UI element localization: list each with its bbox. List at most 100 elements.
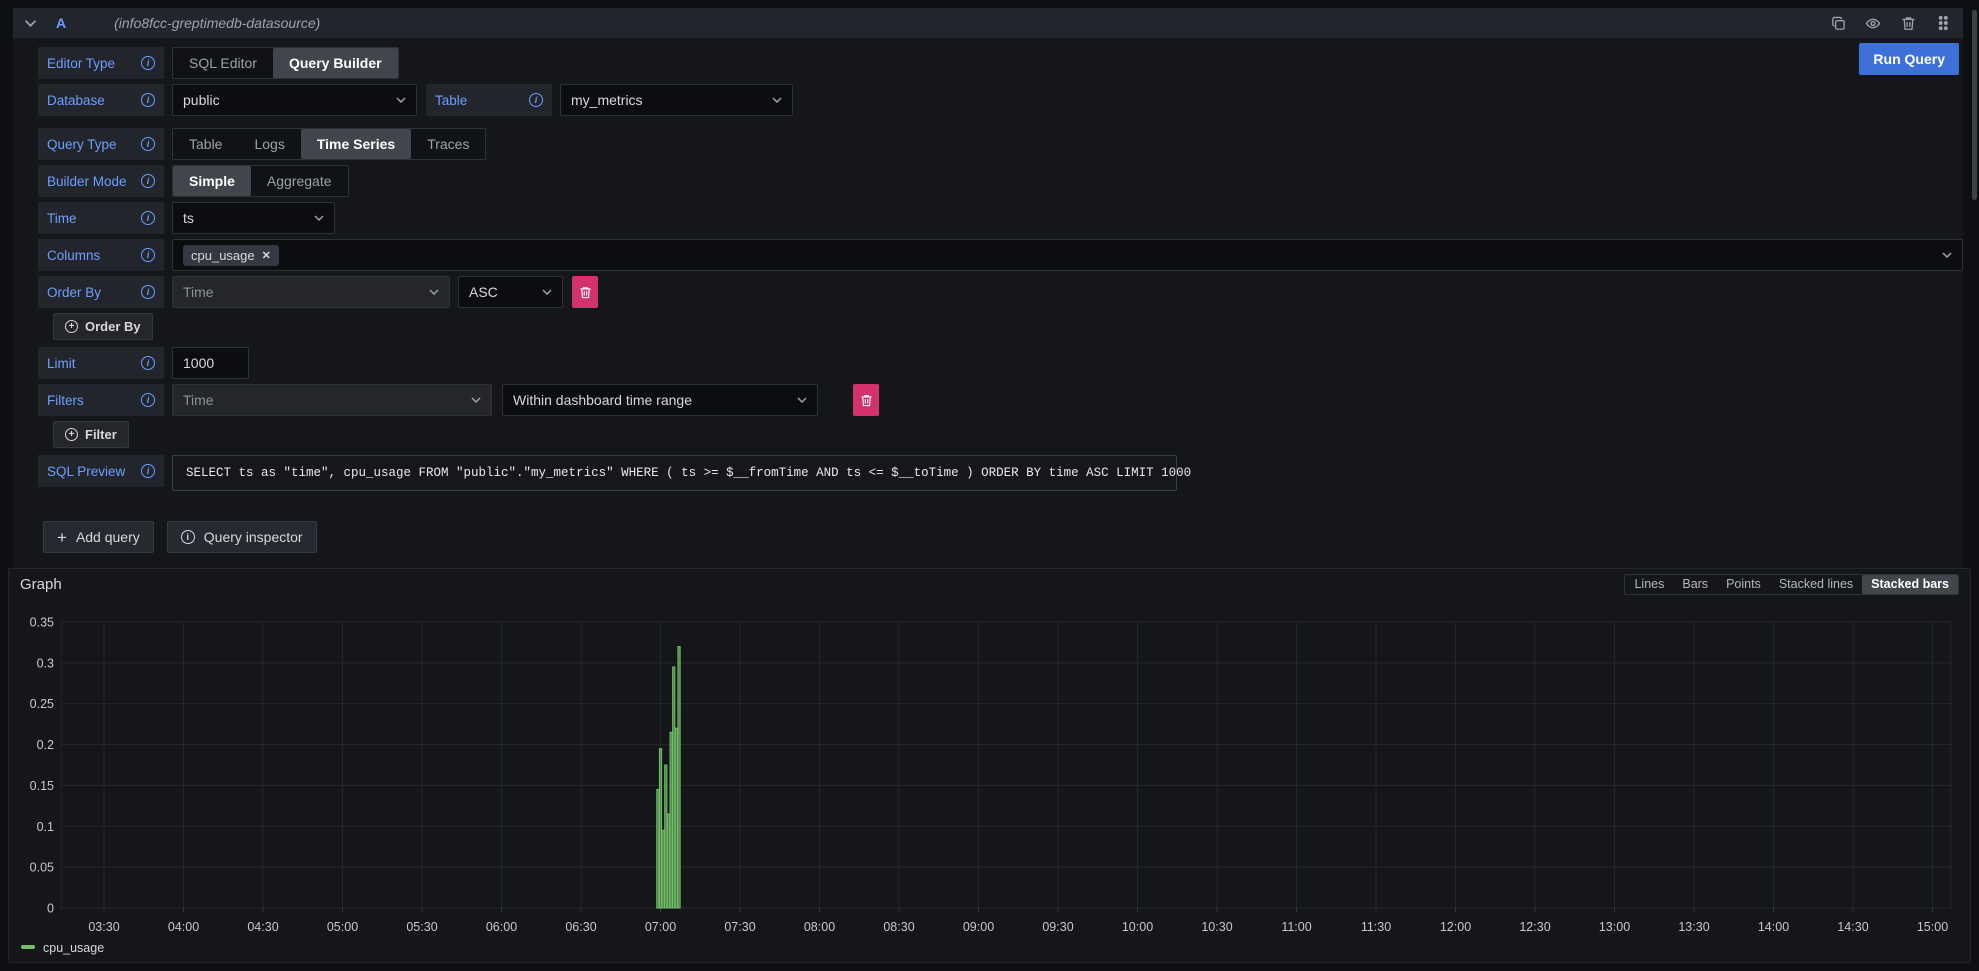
draw-mode-group: LinesBarsPointsStacked linesStacked bars bbox=[1624, 574, 1959, 595]
info-icon[interactable] bbox=[141, 393, 155, 407]
svg-text:0.35: 0.35 bbox=[30, 616, 54, 630]
collapse-chevron-icon[interactable] bbox=[25, 20, 36, 27]
svg-text:04:30: 04:30 bbox=[247, 920, 278, 934]
svg-text:0.1: 0.1 bbox=[37, 820, 54, 834]
query-editor-section: A (info8fcc-greptimedb-datasource) Run Q… bbox=[13, 8, 1963, 569]
filter-range-select[interactable]: Within dashboard time range bbox=[502, 384, 818, 416]
table-label: Table bbox=[426, 84, 552, 116]
database-row: Database public Table my_metrics bbox=[38, 84, 1963, 116]
info-icon[interactable] bbox=[141, 211, 155, 225]
svg-text:10:30: 10:30 bbox=[1201, 920, 1232, 934]
svg-text:13:00: 13:00 bbox=[1599, 920, 1630, 934]
query-builder-form: Editor Type SQL EditorQuery Builder Data… bbox=[13, 38, 1963, 553]
builder-mode-label: Builder Mode bbox=[38, 165, 164, 197]
option-lines[interactable]: Lines bbox=[1625, 575, 1673, 594]
option-points[interactable]: Points bbox=[1717, 575, 1770, 594]
order-by-direction-select[interactable]: ASC bbox=[458, 276, 563, 308]
graph-panel-header: Graph LinesBarsPointsStacked linesStacke… bbox=[9, 569, 1970, 599]
add-order-by-button[interactable]: Order By bbox=[53, 313, 153, 340]
limit-row: Limit 1000 bbox=[38, 347, 1963, 379]
column-tag: cpu_usage bbox=[183, 245, 279, 266]
panel-title: Graph bbox=[20, 576, 62, 593]
toggle-visibility-eye-icon[interactable] bbox=[1865, 15, 1881, 31]
remove-tag-icon[interactable] bbox=[262, 249, 271, 262]
option-stacked-lines[interactable]: Stacked lines bbox=[1770, 575, 1862, 594]
legend-item[interactable]: cpu_usage bbox=[43, 941, 104, 955]
datasource-name: (info8fcc-greptimedb-datasource) bbox=[114, 15, 320, 31]
query-inspector-button[interactable]: Query inspector bbox=[167, 521, 317, 553]
time-label: Time bbox=[38, 202, 164, 234]
info-icon[interactable] bbox=[529, 93, 543, 107]
limit-label: Limit bbox=[38, 347, 164, 379]
svg-text:14:30: 14:30 bbox=[1837, 920, 1868, 934]
query-type-label: Query Type bbox=[38, 128, 164, 160]
remove-filter-button[interactable] bbox=[853, 384, 879, 416]
svg-text:11:00: 11:00 bbox=[1281, 920, 1311, 934]
delete-query-trash-icon[interactable] bbox=[1900, 15, 1916, 31]
option-stacked-bars[interactable]: Stacked bars bbox=[1862, 575, 1958, 594]
svg-text:10:00: 10:00 bbox=[1122, 920, 1153, 934]
svg-text:11:30: 11:30 bbox=[1361, 920, 1391, 934]
option-logs[interactable]: Logs bbox=[238, 129, 300, 159]
time-select[interactable]: ts bbox=[172, 202, 335, 234]
option-time-series[interactable]: Time Series bbox=[301, 129, 411, 159]
add-query-button[interactable]: Add query bbox=[43, 521, 154, 553]
svg-text:08:00: 08:00 bbox=[804, 920, 835, 934]
order-by-row: Order By Time ASC bbox=[38, 276, 1963, 308]
query-type-row: Query Type TableLogsTime SeriesTraces bbox=[38, 128, 1963, 160]
editor-type-row: Editor Type SQL EditorQuery Builder bbox=[38, 47, 1963, 79]
query-header[interactable]: A (info8fcc-greptimedb-datasource) bbox=[13, 8, 1963, 38]
option-table[interactable]: Table bbox=[173, 129, 238, 159]
database-select[interactable]: public bbox=[172, 84, 417, 116]
order-by-field-select[interactable]: Time bbox=[172, 276, 450, 308]
info-icon[interactable] bbox=[141, 285, 155, 299]
time-series-chart[interactable]: 00.050.10.150.20.250.30.3503:3004:0004:3… bbox=[9, 599, 1970, 962]
option-traces[interactable]: Traces bbox=[411, 129, 485, 159]
option-bars[interactable]: Bars bbox=[1673, 575, 1717, 594]
filters-label: Filters bbox=[38, 384, 164, 416]
sql-preview-row: SQL Preview SELECT ts as "time", cpu_usa… bbox=[38, 455, 1963, 491]
svg-text:07:00: 07:00 bbox=[645, 920, 676, 934]
option-query-builder[interactable]: Query Builder bbox=[273, 48, 398, 78]
order-by-label: Order By bbox=[38, 276, 164, 308]
filter-field-select[interactable]: Time bbox=[172, 384, 492, 416]
info-icon[interactable] bbox=[141, 356, 155, 370]
info-icon[interactable] bbox=[141, 93, 155, 107]
info-icon[interactable] bbox=[141, 137, 155, 151]
plus-icon bbox=[57, 529, 67, 546]
info-icon[interactable] bbox=[141, 56, 155, 70]
svg-text:03:30: 03:30 bbox=[88, 920, 119, 934]
table-select[interactable]: my_metrics bbox=[560, 84, 793, 116]
limit-input[interactable]: 1000 bbox=[172, 347, 249, 379]
columns-multiselect[interactable]: cpu_usage bbox=[172, 239, 1963, 271]
query-ref-id: A bbox=[56, 15, 66, 31]
svg-text:15:00: 15:00 bbox=[1917, 920, 1948, 934]
svg-text:12:00: 12:00 bbox=[1440, 920, 1471, 934]
svg-text:09:30: 09:30 bbox=[1042, 920, 1073, 934]
query-type-group: TableLogsTime SeriesTraces bbox=[172, 128, 486, 160]
svg-text:0: 0 bbox=[47, 902, 54, 916]
sql-preview-box: SELECT ts as "time", cpu_usage FROM "pub… bbox=[172, 455, 1177, 491]
duplicate-query-icon[interactable] bbox=[1830, 15, 1846, 31]
svg-text:08:30: 08:30 bbox=[883, 920, 914, 934]
info-icon[interactable] bbox=[141, 464, 155, 478]
builder-mode-group: SimpleAggregate bbox=[172, 165, 349, 197]
database-label: Database bbox=[38, 84, 164, 116]
svg-text:05:00: 05:00 bbox=[327, 920, 358, 934]
svg-text:0.15: 0.15 bbox=[30, 779, 54, 793]
plus-circle-icon bbox=[65, 320, 78, 333]
option-simple[interactable]: Simple bbox=[173, 166, 251, 196]
drag-handle-icon[interactable] bbox=[1935, 15, 1951, 31]
scrollbar-thumb[interactable] bbox=[1972, 10, 1977, 200]
info-icon[interactable] bbox=[141, 248, 155, 262]
remove-order-by-button[interactable] bbox=[572, 276, 598, 308]
svg-text:05:30: 05:30 bbox=[406, 920, 437, 934]
svg-text:06:30: 06:30 bbox=[565, 920, 596, 934]
add-filter-button[interactable]: Filter bbox=[53, 421, 129, 448]
option-sql-editor[interactable]: SQL Editor bbox=[173, 48, 273, 78]
info-icon[interactable] bbox=[141, 174, 155, 188]
time-row: Time ts bbox=[38, 202, 1963, 234]
option-aggregate[interactable]: Aggregate bbox=[251, 166, 348, 196]
plus-circle-icon bbox=[65, 428, 78, 441]
filters-row: Filters Time Within dashboard time range bbox=[38, 384, 1963, 416]
